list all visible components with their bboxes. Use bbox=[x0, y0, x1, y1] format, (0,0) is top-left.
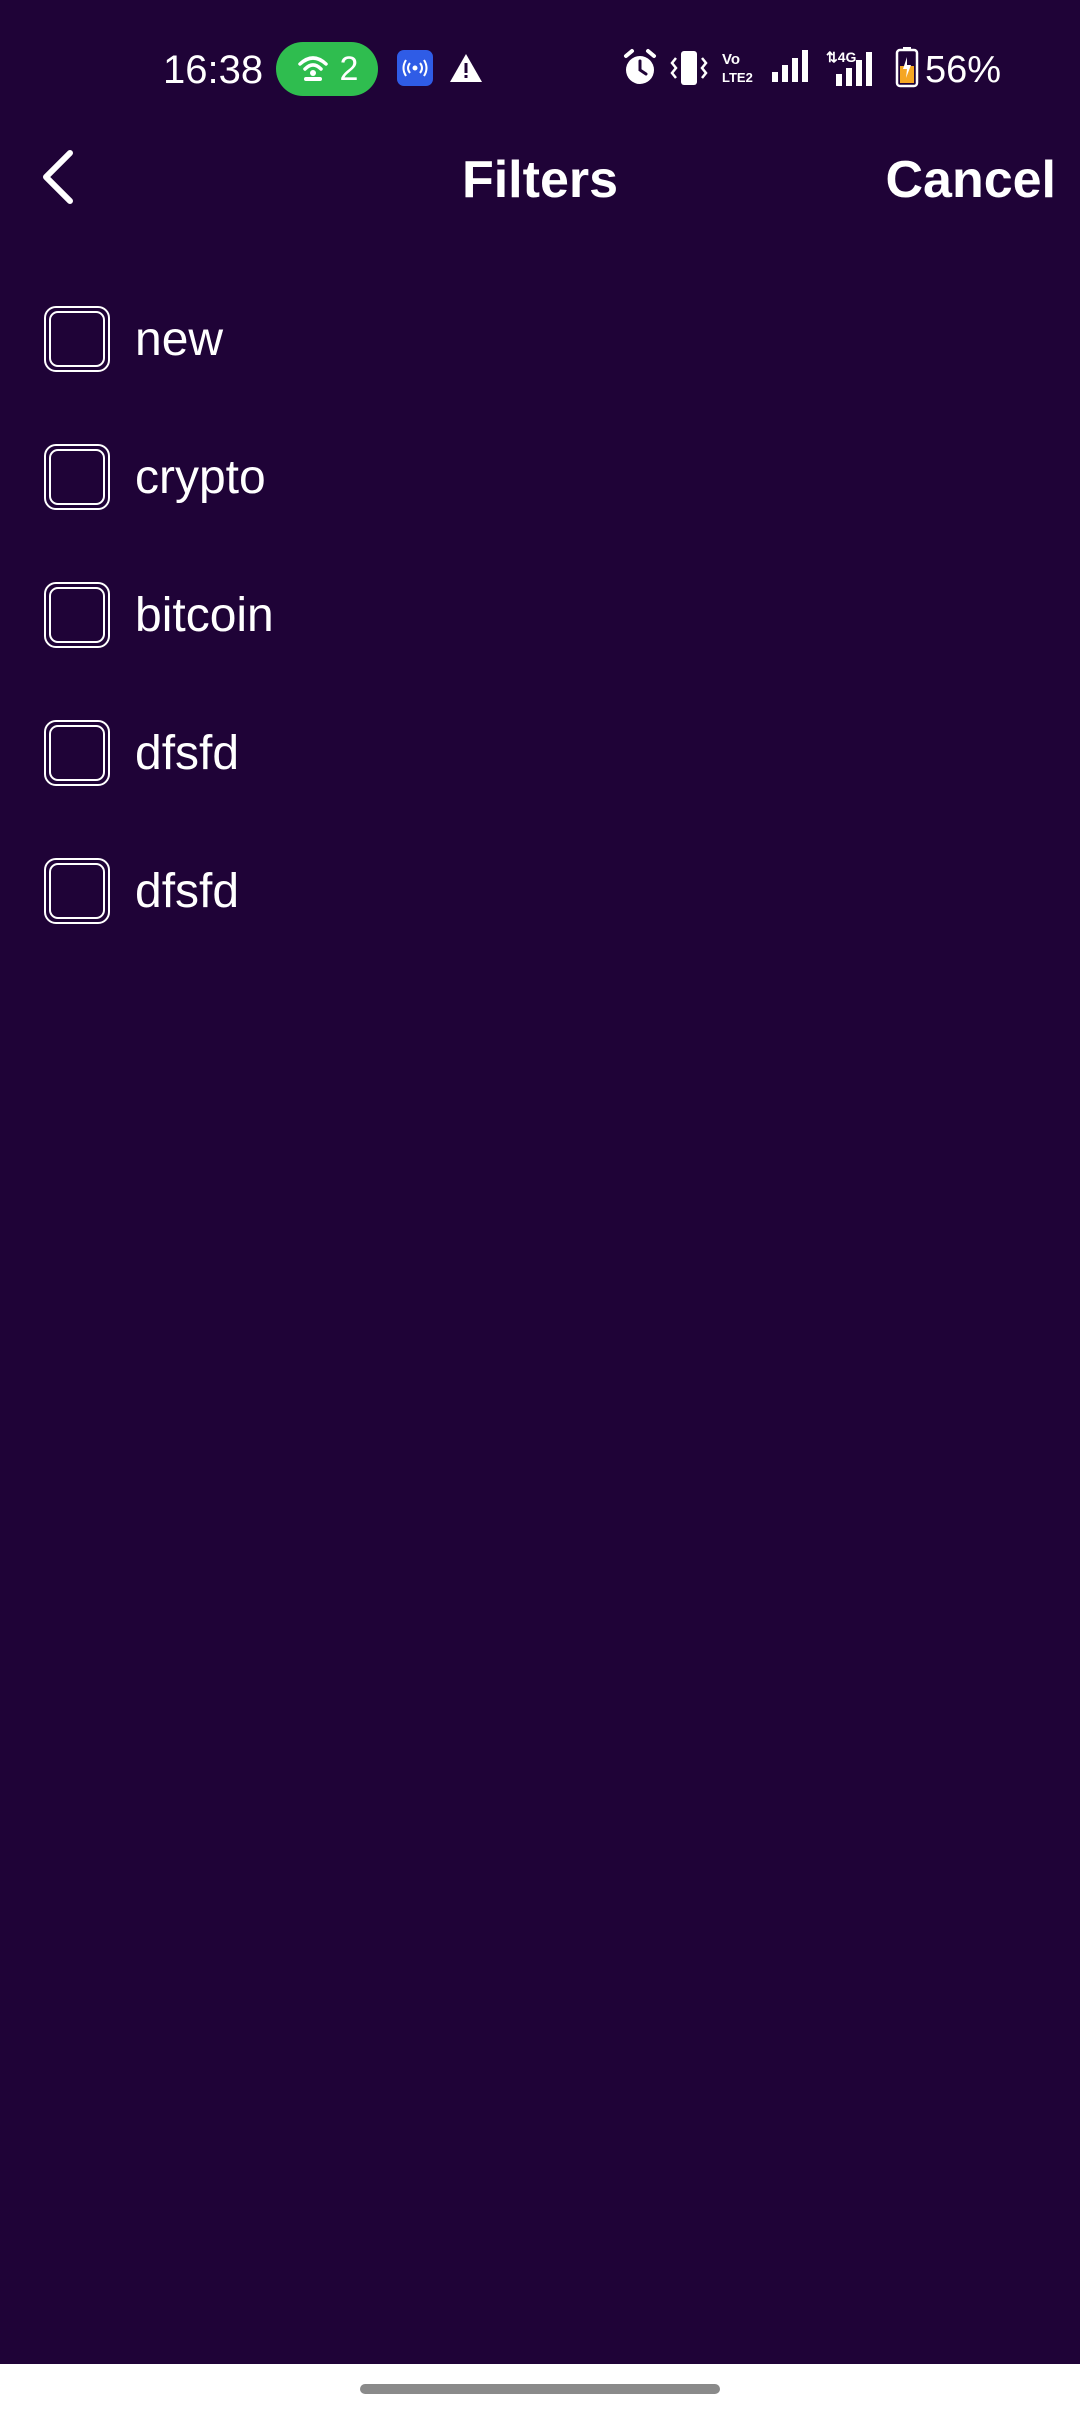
filter-item-crypto[interactable]: crypto bbox=[0, 408, 1080, 546]
svg-text:⇅4G: ⇅4G bbox=[826, 49, 857, 65]
warning-icon bbox=[448, 52, 484, 89]
svg-text:Vo: Vo bbox=[722, 51, 740, 68]
filter-item-new[interactable]: new bbox=[0, 270, 1080, 408]
hotspot-count: 2 bbox=[339, 49, 359, 88]
filter-label: crypto bbox=[135, 450, 266, 504]
navigation-bar bbox=[0, 2364, 1080, 2412]
checkbox[interactable] bbox=[44, 720, 110, 786]
checkbox[interactable] bbox=[44, 444, 110, 510]
volte-icon: Vo LTE2 bbox=[720, 48, 758, 88]
filter-item-bitcoin[interactable]: bitcoin bbox=[0, 546, 1080, 684]
hotspot-icon bbox=[296, 52, 330, 87]
status-time: 16:38 bbox=[163, 48, 264, 92]
svg-text:LTE2: LTE2 bbox=[722, 70, 753, 85]
header: Filters Cancel bbox=[0, 140, 1080, 220]
cancel-button[interactable]: Cancel bbox=[885, 140, 1056, 220]
nfc-icon bbox=[397, 50, 433, 86]
vibrate-icon bbox=[670, 48, 708, 88]
filter-label: dfsfd bbox=[135, 864, 240, 918]
alarm-icon bbox=[620, 48, 660, 88]
signal-4g-icon: ⇅4G bbox=[826, 48, 888, 88]
hotspot-indicator: 2 bbox=[276, 42, 378, 96]
filter-list: new crypto bitcoin dfsfd dfsfd bbox=[0, 270, 1080, 960]
filter-label: bitcoin bbox=[135, 588, 274, 642]
battery-icon bbox=[895, 46, 919, 88]
filter-label: new bbox=[135, 312, 224, 366]
checkbox[interactable] bbox=[44, 858, 110, 924]
filter-item-dfsfd[interactable]: dfsfd bbox=[0, 684, 1080, 822]
checkbox[interactable] bbox=[44, 306, 110, 372]
home-indicator[interactable] bbox=[360, 2384, 720, 2394]
signal-icon bbox=[770, 48, 814, 84]
battery-percent: 56% bbox=[925, 49, 1002, 91]
filter-item-dfsfd-2[interactable]: dfsfd bbox=[0, 822, 1080, 960]
status-bar: 16:38 2 Vo LTE2 ⇅4G 56% bbox=[0, 0, 1080, 140]
checkbox[interactable] bbox=[44, 582, 110, 648]
filter-label: dfsfd bbox=[135, 726, 240, 780]
